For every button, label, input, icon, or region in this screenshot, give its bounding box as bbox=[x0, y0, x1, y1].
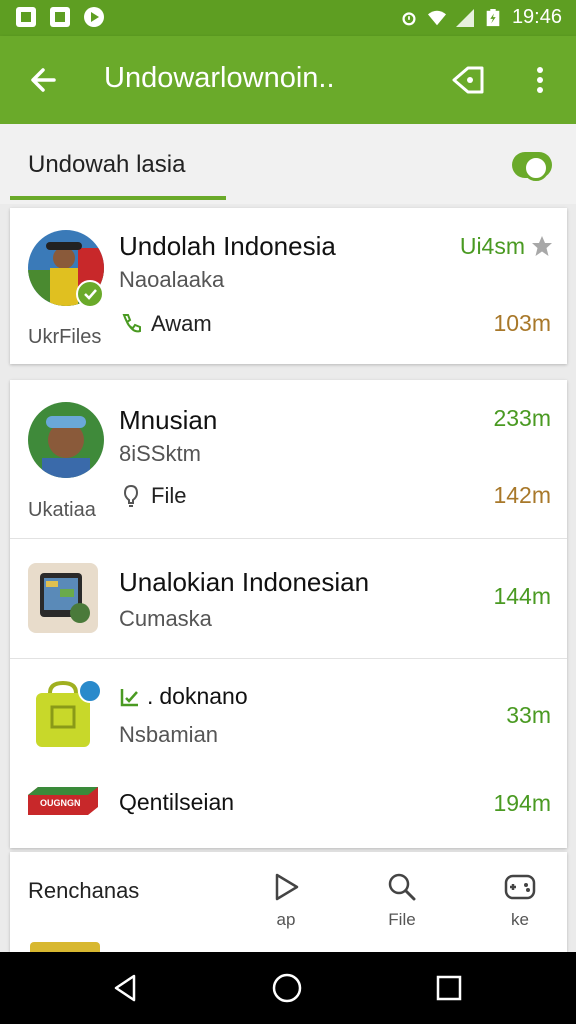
play-icon bbox=[275, 873, 299, 901]
item-size-bottom: 103m bbox=[493, 310, 551, 336]
phone-icon bbox=[122, 314, 141, 333]
share-icon[interactable] bbox=[448, 60, 488, 100]
app-thumbnail bbox=[28, 563, 98, 633]
item-title: Qentilseian bbox=[119, 789, 235, 815]
nav-home-icon[interactable] bbox=[271, 972, 303, 1004]
item-size: 194m bbox=[493, 790, 551, 816]
alarm-icon bbox=[402, 11, 416, 25]
star-icon[interactable] bbox=[531, 235, 553, 257]
app-bar: Undowarlownoin.. bbox=[0, 36, 576, 124]
item-title: Undolah Indonesia bbox=[119, 231, 336, 261]
list-item-3[interactable]: Unalokian Indonesian Cumaska 144m bbox=[10, 539, 567, 658]
item-size-bottom: 142m bbox=[493, 482, 551, 508]
edit-check-icon bbox=[120, 688, 138, 706]
image-icon bbox=[16, 7, 36, 27]
status-time: 19:46 bbox=[511, 6, 562, 28]
bulb-icon bbox=[123, 484, 139, 507]
item-meta: File bbox=[119, 483, 186, 509]
item-size-top: Ui4sm bbox=[459, 233, 525, 259]
tab-ap[interactable]: ap bbox=[256, 872, 316, 930]
item-title-row: . doknano bbox=[119, 683, 248, 710]
item-subtitle: Naoalaaka bbox=[119, 267, 225, 292]
section-title[interactable]: Undowah lasia bbox=[28, 151, 185, 179]
item-caption: Ukatiaa bbox=[28, 499, 96, 521]
list-card-2: Mnusian 8iSSktm Ukatiaa File 233m 142m U… bbox=[10, 380, 567, 848]
more-vert-icon[interactable] bbox=[524, 60, 556, 100]
play-icon bbox=[84, 7, 104, 27]
section-header: Undowah lasia bbox=[0, 124, 576, 204]
shopping-bag-icon bbox=[36, 679, 102, 747]
list-card-1: Undolah Indonesia Naoalaaka UkrFiles Awa… bbox=[10, 208, 567, 364]
tab-label: File bbox=[388, 910, 416, 929]
badge-text: OUGNGN bbox=[40, 798, 81, 808]
list-item-4[interactable]: . doknano Nsbamian 33m OUGNGN Qentilseia… bbox=[10, 659, 567, 848]
wifi-icon bbox=[427, 10, 446, 25]
tab-label: ke bbox=[511, 910, 529, 929]
back-arrow-icon[interactable] bbox=[24, 60, 64, 100]
app-title: Undowarlownoin.. bbox=[104, 62, 335, 94]
section-underline bbox=[10, 196, 226, 200]
status-bar: 19:46 bbox=[0, 0, 576, 36]
item-title: doknano bbox=[159, 683, 248, 709]
nav-recents-icon[interactable] bbox=[433, 972, 465, 1004]
nav-back-icon[interactable] bbox=[110, 972, 142, 1004]
item-size-top: 233m bbox=[493, 405, 551, 431]
item-title: Mnusian bbox=[119, 405, 218, 435]
item-meta: Awam bbox=[119, 311, 212, 337]
tablet-icon bbox=[40, 573, 90, 623]
gamepad-icon bbox=[504, 874, 536, 900]
item-subtitle: Nsbamian bbox=[119, 722, 219, 747]
item-meta-label: File bbox=[151, 483, 187, 508]
item-title: Unalokian Indonesian bbox=[119, 567, 370, 597]
bottom-card: Renchanas ap File ke bbox=[10, 852, 567, 952]
tab-file[interactable]: File bbox=[372, 872, 432, 930]
search-icon bbox=[388, 873, 416, 901]
item-caption: UkrFiles bbox=[28, 326, 102, 348]
signal-icon bbox=[455, 8, 474, 27]
item-size: 33m bbox=[506, 702, 551, 728]
check-badge-icon bbox=[76, 280, 104, 308]
bottom-title: Renchanas bbox=[28, 878, 140, 903]
list-item-1[interactable]: Undolah Indonesia Naoalaaka UkrFiles Awa… bbox=[10, 208, 567, 364]
list-item-2[interactable]: Mnusian 8iSSktm Ukatiaa File 233m 142m bbox=[10, 380, 567, 538]
item-subtitle: Cumaska bbox=[119, 606, 212, 631]
photo-icon bbox=[50, 7, 70, 27]
battery-icon bbox=[486, 8, 500, 26]
badge-image: OUGNGN bbox=[28, 785, 98, 815]
partial-thumbnail bbox=[30, 942, 100, 952]
section-toggle[interactable] bbox=[512, 152, 552, 181]
avatar bbox=[28, 402, 104, 478]
item-meta-label: Awam bbox=[151, 311, 212, 336]
tab-ke[interactable]: ke bbox=[490, 872, 550, 930]
tab-label: ap bbox=[276, 910, 296, 929]
item-size: 144m bbox=[493, 583, 551, 609]
system-nav-bar bbox=[0, 952, 576, 1024]
item-subtitle: 8iSSktm bbox=[119, 441, 201, 466]
